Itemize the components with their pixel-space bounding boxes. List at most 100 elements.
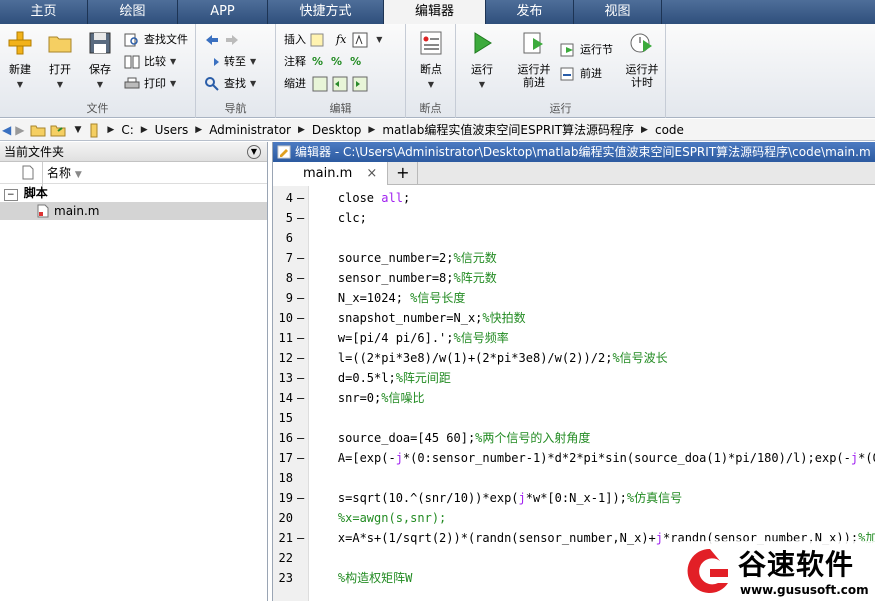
smart-indent-icon[interactable] [312,76,328,92]
code-line[interactable]: 14– snr=0;%信噪比 [273,388,875,408]
code-line[interactable]: 20 %x=awgn(s,snr); [273,508,875,528]
code-line[interactable]: 8– sensor_number=8;%阵元数 [273,268,875,288]
breadcrumb-project-folder[interactable]: matlab编程实值波束空间ESPRIT算法源码程序 [382,121,634,138]
breakpoint-marker[interactable]: – [297,208,304,228]
fx-icon[interactable]: fx [336,30,346,50]
tab-publish[interactable]: 发布 [486,0,574,24]
line-number: 21 [278,531,293,545]
open-button[interactable]: 打开 ▼ [40,30,80,89]
comment-button[interactable]: 注释 % % % [284,52,361,72]
tab-view[interactable]: 视图 [574,0,662,24]
tree-group-scripts[interactable]: − 脚本 [0,184,267,202]
back-arrow-icon[interactable]: ◀ [2,123,11,137]
code-token: source_doa=[45 60]; [309,431,476,445]
code-line[interactable]: 5– clc; [273,208,875,228]
close-icon[interactable]: × [366,166,377,181]
decrease-indent-icon[interactable] [352,76,368,92]
code-line[interactable]: 12– l=((2*pi*3e8)/w(1)+(2*pi*3e8)/w(2))/… [273,348,875,368]
code-text: source_doa=[45 60];%两个信号的入射角度 [309,428,591,448]
breadcrumb-separator: ▶ [368,124,376,135]
breakpoint-marker[interactable]: – [297,488,304,508]
breakpoint-marker[interactable]: – [297,328,304,348]
code-line[interactable]: 7– source_number=2;%信元数 [273,248,875,268]
code-line[interactable]: 10– snapshot_number=N_x;%快拍数 [273,308,875,328]
watermark-url: www.gususoft.com [740,583,869,597]
code-line[interactable]: 17– A=[exp(-j*(0:sensor_number-1)*d*2*pi… [273,448,875,468]
chevron-down-icon[interactable]: ▼ [376,30,382,50]
code-line[interactable]: 19– s=sqrt(10.^(snr/10))*exp(j*w*[0:N_x-… [273,488,875,508]
print-button[interactable]: 打印 ▼ [124,74,176,94]
code-line[interactable]: 15 [273,408,875,428]
code-comment: %构造权矩阵W [337,571,413,585]
tab-shortcuts[interactable]: 快捷方式 [268,0,384,24]
code-text: snr=0;%信噪比 [309,388,425,408]
find-button[interactable]: 查找 ▼ [204,74,256,94]
code-line[interactable]: 9– N_x=1024; %信号长度 [273,288,875,308]
breakpoint-marker[interactable]: – [297,268,304,288]
wrap-comment-icon[interactable]: % [350,52,361,72]
save-button[interactable]: 保存 ▼ [80,30,120,89]
tab-apps[interactable]: APP [178,0,268,24]
breakpoint-marker[interactable]: – [297,348,304,368]
indent-button[interactable]: 缩进 [284,74,372,94]
uncomment-icon[interactable]: % [331,52,342,72]
run-section-button[interactable]: 运行节 [560,40,613,60]
breadcrumb-c-drive[interactable]: C: [121,123,133,137]
run-button[interactable]: 运行 ▼ [462,30,502,89]
navigate-group: 转至 ▼ 查找 ▼ 导航 [196,24,276,118]
new-button[interactable]: 新建 ▼ [0,30,40,89]
breadcrumb-code[interactable]: code [655,123,684,137]
breadcrumb-users[interactable]: Users [155,123,189,137]
chevron-down-icon[interactable]: ▼ [74,125,81,135]
breadcrumb-administrator[interactable]: Administrator [209,123,291,137]
arrow-left-icon [206,35,218,45]
forward-arrow-icon[interactable]: ▶ [15,123,24,137]
code-line[interactable]: 11– w=[pi/4 pi/6].';%信号频率 [273,328,875,348]
name-column-header[interactable]: 名称 ▼ [42,162,82,186]
advance-button[interactable]: 前进 [560,64,602,84]
code-line[interactable]: 4– close all; [273,188,875,208]
panel-actions-icon[interactable]: ▼ [247,145,261,159]
breakpoint-marker[interactable]: – [297,368,304,388]
tab-main-m[interactable]: main.m × [273,162,389,185]
find-files-button[interactable]: 查找文件 [124,30,188,50]
breakpoint-marker[interactable]: – [297,428,304,448]
run-and-advance-button[interactable]: 运行并 前进 [512,30,556,89]
breakpoint-marker[interactable]: – [297,528,304,548]
list-item-main-m[interactable]: main.m [0,202,267,220]
new-tab-button[interactable]: + [388,162,419,184]
collapse-icon[interactable]: − [4,189,18,201]
breadcrumb-separator: ▶ [107,124,115,135]
run-and-time-label: 运行并 计时 [625,63,659,89]
breakpoint-marker[interactable]: – [297,188,304,208]
breakpoint-marker[interactable]: – [297,388,304,408]
line-number: 23 [278,571,293,585]
chevron-down-icon: ▼ [16,80,24,89]
back-forward-buttons[interactable] [204,30,244,50]
tab-plots[interactable]: 绘图 [88,0,178,24]
compare-button[interactable]: 比较 ▼ [124,52,176,72]
up-folder-icon[interactable] [30,122,46,138]
goto-button[interactable]: 转至 ▼ [204,52,256,72]
run-and-time-button[interactable]: 运行并 计时 [620,30,664,89]
percent-icon[interactable]: % [312,52,323,72]
breakpoint-marker[interactable]: – [297,308,304,328]
function-icon[interactable] [352,32,368,48]
breakpoints-button[interactable]: 断点 ▼ [411,30,451,89]
breakpoint-marker[interactable]: – [297,288,304,308]
insert-button[interactable]: 插入 fx ▼ [284,30,382,50]
code-line[interactable]: 13– d=0.5*l;%阵元间距 [273,368,875,388]
tree-group-label: 脚本 [23,186,48,200]
breakpoint-marker[interactable]: – [297,448,304,468]
breakpoint-marker[interactable]: – [297,248,304,268]
code-line[interactable]: 18 [273,468,875,488]
tab-editor[interactable]: 编辑器 [384,0,486,24]
breadcrumb-desktop[interactable]: Desktop [312,123,362,137]
code-line[interactable]: 6 [273,228,875,248]
tab-home[interactable]: 主页 [0,0,88,24]
increase-indent-icon[interactable] [332,76,348,92]
code-area[interactable]: 4– close all; 5– clc; 6 7– source_number=2;… [273,186,875,601]
browse-folder-icon[interactable] [50,122,66,138]
code-line[interactable]: 16– source_doa=[45 60];%两个信号的入射角度 [273,428,875,448]
code-keyword: j [655,531,664,545]
